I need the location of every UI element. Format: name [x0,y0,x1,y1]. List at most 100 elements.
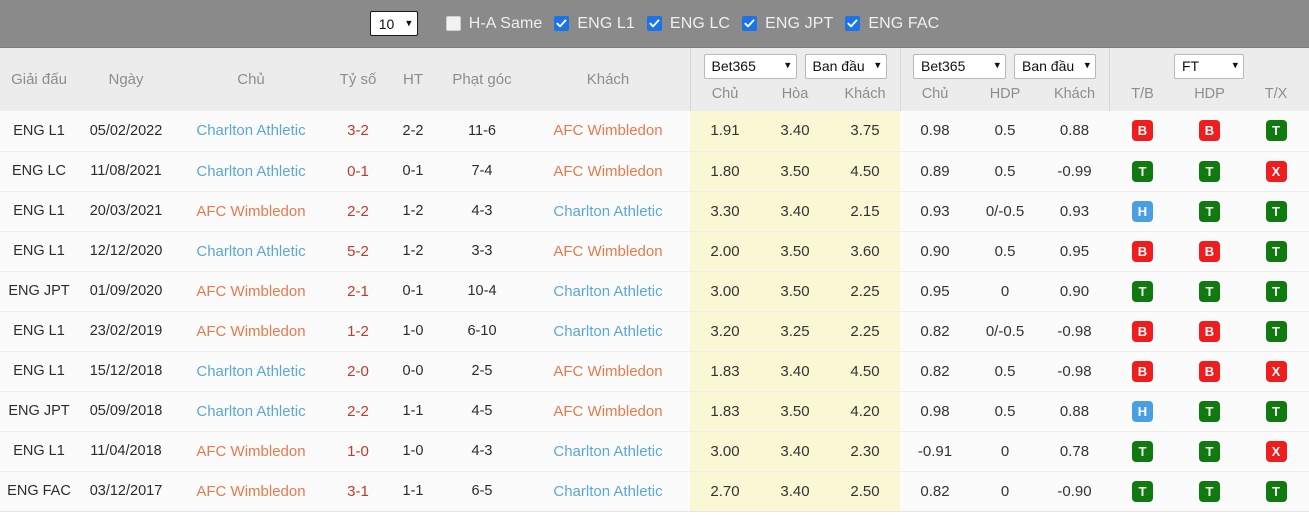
g2-bookmaker-select[interactable]: Bet365CrownMacauslot [913,53,1006,79]
cell-date: 15/12/2018 [78,351,174,392]
cell-badge-tb: T [1109,471,1176,512]
filter-checkbox-3[interactable] [845,16,861,31]
cell-home-team[interactable]: Charlton Athletic [174,231,328,272]
cell-league: ENG L1 [0,111,78,152]
cell-badge-tb: B [1109,111,1176,152]
cell-badge-tx: X [1243,151,1309,192]
cell-corners: 3-3 [438,231,526,272]
cell-ah-home: 0.90 [900,231,970,272]
cell-ah-home: 0.98 [900,391,970,432]
cell-away-team[interactable]: Charlton Athletic [526,271,690,312]
cell-score: 3-2 [328,111,388,152]
status-badge: T [1265,120,1287,142]
cell-away-team[interactable]: Charlton Athletic [526,191,690,232]
col-header-result-hdp: HDP [1176,84,1243,111]
status-badge: X [1265,160,1287,182]
col-header-g2-away: Khách [1040,84,1109,111]
period-select-wrapper: FTHT ▾ [1174,53,1244,79]
team-name: AFC Wimbledon [553,122,663,140]
cell-home-team[interactable]: Charlton Athletic [174,391,328,432]
cell-badge-hdp: B [1176,351,1243,392]
cell-badge-tx: T [1243,191,1309,232]
filter-checkbox-1[interactable] [646,16,662,31]
g1-timing-wrapper: Ban đầuTức thời ▾ [804,53,887,79]
table-row[interactable]: ENG L1 11/04/2018 AFC Wimbledon 1-0 1-0 4-3 Ch… [0,431,1309,472]
cell-ah-handicap: 0.5 [970,351,1040,392]
h-a-same-checkbox[interactable] [445,16,461,31]
cell-away-team[interactable]: AFC Wimbledon [526,391,690,432]
cell-league: ENG L1 [0,231,78,272]
cell-ah-handicap: 0/-0.5 [970,311,1040,352]
cell-score: 2-2 [328,391,388,432]
head-to-head-table: Giải đấu Ngày Chủ Tỷ số HT Phạt góc Khác… [0,48,1309,512]
table-row[interactable]: ENG L1 23/02/2019 AFC Wimbledon 1-2 1-0 6-10 C… [0,311,1309,352]
cell-score: 2-0 [328,351,388,392]
cell-home-team[interactable]: Charlton Athletic [174,351,328,392]
cell-league: ENG JPT [0,271,78,312]
cell-home-team[interactable]: AFC Wimbledon [174,311,328,352]
row-count-select[interactable]: 10203050 [369,11,418,36]
cell-away-team[interactable]: AFC Wimbledon [526,231,690,272]
filter-checkbox-2[interactable] [742,16,758,31]
team-name: Charlton Athletic [196,122,306,140]
cell-badge-tb: H [1109,191,1176,232]
team-name: Charlton Athletic [553,482,663,500]
cell-home-team[interactable]: AFC Wimbledon [174,431,328,472]
team-name: AFC Wimbledon [196,282,306,300]
cell-league: ENG L1 [0,351,78,392]
cell-home-team[interactable]: AFC Wimbledon [174,271,328,312]
cell-ah-away: 0.90 [1040,271,1109,312]
cell-date: 23/02/2019 [78,311,174,352]
col-header-tb: T/B [1109,84,1176,111]
g2-timing-select[interactable]: Ban đầuTức thời [1014,53,1096,79]
cell-league: ENG L1 [0,191,78,232]
cell-badge-tx: T [1243,231,1309,272]
period-select[interactable]: FTHT [1174,53,1244,79]
g1-bookmaker-select[interactable]: Bet365CrownMacauslot [703,53,797,79]
table-row[interactable]: ENG L1 15/12/2018 Charlton Athletic 2-0 0-0 2… [0,351,1309,392]
cell-away-team[interactable]: Charlton Athletic [526,431,690,472]
table-row[interactable]: ENG JPT 01/09/2020 AFC Wimbledon 2-1 0-1 10-4… [0,271,1309,312]
cell-corners: 2-5 [438,351,526,392]
cell-away-team[interactable]: AFC Wimbledon [526,111,690,152]
team-name: Charlton Athletic [553,442,663,460]
status-badge: T [1132,440,1153,462]
cell-away-team[interactable]: AFC Wimbledon [526,151,690,192]
cell-badge-tb: B [1109,311,1176,352]
cell-odds-away: 2.50 [830,471,900,512]
g1-timing-select[interactable]: Ban đầuTức thời [804,53,887,79]
cell-home-team[interactable]: AFC Wimbledon [174,471,328,512]
table-row[interactable]: ENG FAC 03/12/2017 AFC Wimbledon 3-1 1-1 6-5 C… [0,471,1309,512]
filter-label-eng-l1: ENG L1 [577,14,635,32]
cell-date: 05/09/2018 [78,391,174,432]
cell-ah-handicap: 0/-0.5 [970,191,1040,232]
table-row[interactable]: ENG LC 11/08/2021 Charlton Athletic 0-1 0-1 7… [0,151,1309,192]
cell-home-team[interactable]: Charlton Athletic [174,151,328,192]
team-name: AFC Wimbledon [196,442,306,460]
cell-odds-draw: 3.50 [760,231,830,272]
col-header-g1-draw: Hòa [760,84,830,111]
cell-away-team[interactable]: AFC Wimbledon [526,351,690,392]
filter-toolbar: 10203050 ▾ H-A Same ENG L1 ENG LC ENG JP… [0,0,1309,48]
cell-odds-draw: 3.40 [760,111,830,152]
cell-badge-tx: X [1243,431,1309,472]
cell-away-team[interactable]: Charlton Athletic [526,311,690,352]
table-row[interactable]: ENG L1 20/03/2021 AFC Wimbledon 2-2 1-2 4-3 Ch… [0,191,1309,232]
cell-odds-draw: 3.50 [760,151,830,192]
filter-checkbox-0[interactable] [554,16,570,31]
cell-ah-handicap: 0 [970,271,1040,312]
status-badge: X [1265,360,1287,382]
col-header-g2-hdp: HDP [970,84,1040,111]
cell-home-team[interactable]: Charlton Athletic [174,111,328,152]
cell-odds-away: 3.75 [830,111,900,152]
table-row[interactable]: ENG JPT 05/09/2018 Charlton Athletic 2-2 1-1… [0,391,1309,432]
cell-odds-draw: 3.50 [760,391,830,432]
cell-home-team[interactable]: AFC Wimbledon [174,191,328,232]
table-row[interactable]: ENG L1 05/02/2022 Charlton Athletic 3-2 2-2 1… [0,111,1309,152]
cell-badge-hdp: B [1176,111,1243,152]
cell-badge-tx: X [1243,351,1309,392]
table-row[interactable]: ENG L1 12/12/2020 Charlton Athletic 5-2 1-2 3… [0,231,1309,272]
status-badge: X [1265,440,1287,462]
cell-away-team[interactable]: Charlton Athletic [526,471,690,512]
cell-ah-away: 0.88 [1040,391,1109,432]
